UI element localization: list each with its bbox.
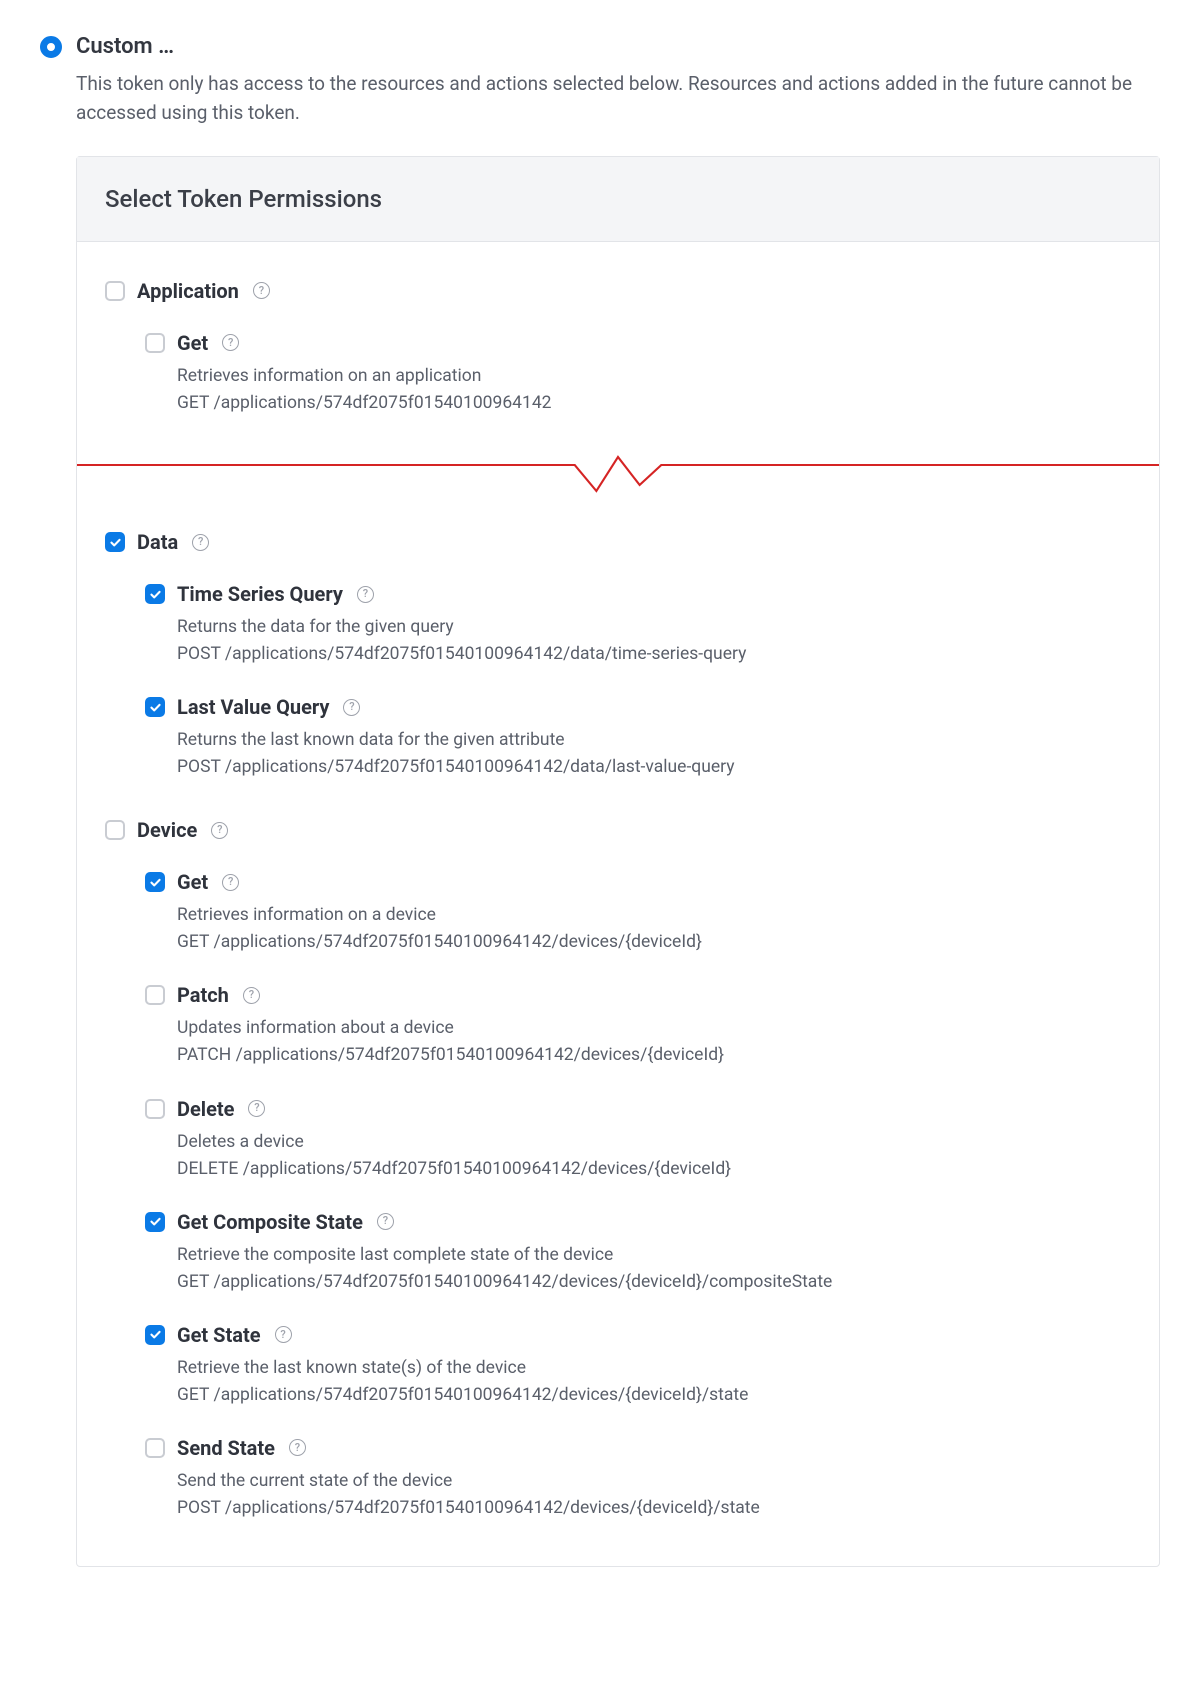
panel-title: Select Token Permissions	[77, 157, 1159, 242]
permission-group-data: Data? Time Series Query? Returns the data …	[105, 527, 1131, 781]
item-api-endpoint: POST /applications/574df2075f01540100964…	[177, 754, 1131, 781]
item-checkbox-application-get[interactable]	[145, 333, 165, 353]
item-api-endpoint: GET /applications/574df2075f015401009641…	[177, 1269, 1131, 1296]
group-title-device: Device	[137, 815, 197, 845]
item-api-endpoint: DELETE /applications/574df2075f015401009…	[177, 1156, 1131, 1183]
permission-item-data-time-series-query: Time Series Query? Returns the data for t…	[145, 579, 1131, 668]
help-icon[interactable]: ?	[243, 987, 260, 1004]
item-title: Send State	[177, 1433, 275, 1463]
permission-group-device: Device? Get? Retrieves information on a de…	[105, 815, 1131, 1522]
item-description: Send the current state of the device	[177, 1467, 1131, 1495]
item-title: Delete	[177, 1094, 234, 1124]
item-description: Updates information about a device	[177, 1014, 1131, 1042]
help-icon[interactable]: ?	[253, 282, 270, 299]
permission-item-device-get-composite-state: Get Composite State? Retrieve the composi…	[145, 1207, 1131, 1296]
item-title: Get State	[177, 1320, 261, 1350]
permission-group-application: Application? Get? Retrieves information on…	[105, 276, 1131, 417]
item-checkbox-device-get-state[interactable]	[145, 1325, 165, 1345]
help-icon[interactable]: ?	[222, 334, 239, 351]
help-icon[interactable]: ?	[275, 1326, 292, 1343]
item-api-endpoint: GET /applications/574df2075f015401009641…	[177, 929, 1131, 956]
help-icon[interactable]: ?	[357, 586, 374, 603]
item-checkbox-device-delete[interactable]	[145, 1099, 165, 1119]
item-checkbox-device-patch[interactable]	[145, 985, 165, 1005]
item-description: Returns the last known data for the give…	[177, 726, 1131, 754]
item-title: Get	[177, 867, 208, 897]
page-break-indicator	[77, 451, 1159, 497]
help-icon[interactable]: ?	[192, 534, 209, 551]
custom-radio[interactable]	[40, 36, 62, 58]
item-api-endpoint: PATCH /applications/574df2075f0154010096…	[177, 1042, 1131, 1069]
item-title: Get	[177, 328, 208, 358]
help-icon[interactable]: ?	[211, 822, 228, 839]
permission-item-data-last-value-query: Last Value Query? Returns the last known …	[145, 692, 1131, 781]
group-title-data: Data	[137, 527, 178, 557]
group-checkbox-device[interactable]	[105, 820, 125, 840]
item-checkbox-device-get[interactable]	[145, 872, 165, 892]
item-description: Retrieves information on a device	[177, 901, 1131, 929]
permissions-panel: Select Token Permissions Application?Get…	[76, 156, 1160, 1567]
item-api-endpoint: GET /applications/574df2075f015401009641…	[177, 390, 1131, 417]
item-api-endpoint: POST /applications/574df2075f01540100964…	[177, 641, 1131, 668]
permission-item-device-get: Get? Retrieves information on a deviceGET…	[145, 867, 1131, 956]
item-checkbox-data-last-value-query[interactable]	[145, 697, 165, 717]
group-checkbox-application[interactable]	[105, 281, 125, 301]
item-title: Last Value Query	[177, 692, 329, 722]
permission-item-device-patch: Patch? Updates information about a device…	[145, 980, 1131, 1069]
permission-item-device-send-state: Send State? Send the current state of the…	[145, 1433, 1131, 1522]
item-title: Time Series Query	[177, 579, 343, 609]
help-icon[interactable]: ?	[289, 1439, 306, 1456]
permission-item-application-get: Get? Retrieves information on an applicat…	[145, 328, 1131, 417]
item-description: Returns the data for the given query	[177, 613, 1131, 641]
item-checkbox-data-time-series-query[interactable]	[145, 584, 165, 604]
permission-item-device-get-state: Get State? Retrieve the last known state(…	[145, 1320, 1131, 1409]
help-icon[interactable]: ?	[377, 1213, 394, 1230]
item-description: Retrieves information on an application	[177, 362, 1131, 390]
item-title: Patch	[177, 980, 229, 1010]
item-title: Get Composite State	[177, 1207, 363, 1237]
help-icon[interactable]: ?	[222, 874, 239, 891]
item-api-endpoint: GET /applications/574df2075f015401009641…	[177, 1382, 1131, 1409]
item-description: Deletes a device	[177, 1128, 1131, 1156]
help-icon[interactable]: ?	[248, 1100, 265, 1117]
item-description: Retrieve the last known state(s) of the …	[177, 1354, 1131, 1382]
permission-item-device-delete: Delete? Deletes a deviceDELETE /applicati…	[145, 1094, 1131, 1183]
help-icon[interactable]: ?	[343, 699, 360, 716]
custom-description: This token only has access to the resour…	[76, 69, 1136, 128]
item-api-endpoint: POST /applications/574df2075f01540100964…	[177, 1495, 1131, 1522]
item-checkbox-device-get-composite-state[interactable]	[145, 1212, 165, 1232]
group-checkbox-data[interactable]	[105, 532, 125, 552]
group-title-application: Application	[137, 276, 239, 306]
item-checkbox-device-send-state[interactable]	[145, 1438, 165, 1458]
custom-radio-label: Custom …	[76, 30, 174, 63]
item-description: Retrieve the composite last complete sta…	[177, 1241, 1131, 1269]
